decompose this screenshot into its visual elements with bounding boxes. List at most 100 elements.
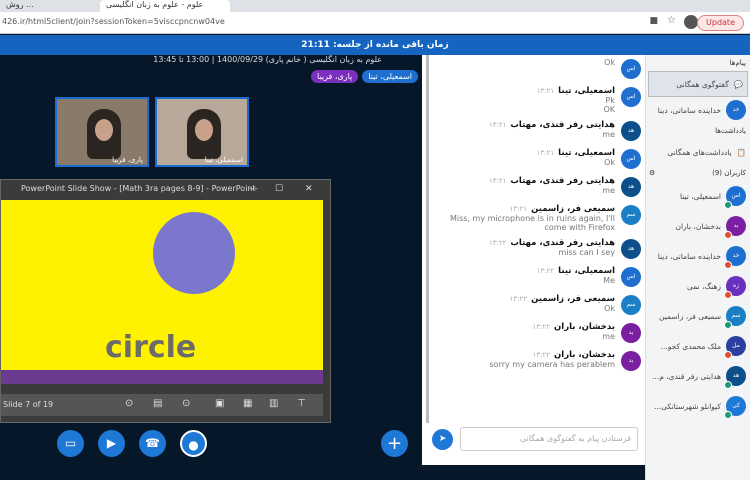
avatar: هد: [621, 121, 641, 141]
minimize-icon[interactable]: —: [249, 180, 258, 198]
user-item[interactable]: مل ملک محمدی کجو...: [646, 331, 750, 361]
meeting-title: علوم به زبان انگلیسی ( خانم پاری) 1400/0…: [153, 55, 382, 64]
avatar: هد: [621, 239, 641, 259]
user-item[interactable]: زه زهنگ، نمی: [646, 271, 750, 301]
slide-footer-bar: [1, 370, 323, 384]
private-chat-item[interactable]: خد خداینده ساماتی، دینا: [646, 97, 750, 123]
message-time: ۱۳:۲۱: [536, 87, 555, 95]
user-item[interactable]: کی کیوانلو شهرستانکی...: [646, 391, 750, 421]
user-name: سمیعی فر، زاسمین: [659, 311, 721, 321]
video-face: [95, 119, 113, 141]
message-sender: هدایتی رفر قندی، مهتاب: [510, 176, 615, 186]
avatar-initials: کی: [732, 402, 740, 409]
close-icon[interactable]: ✕: [305, 180, 313, 198]
user-item[interactable]: خد خداینده ساماتی، دینا: [646, 241, 750, 271]
message-time: ۱۳:۲۱: [488, 177, 507, 185]
message-sender: هدایتی رفر قندی، مهتاب: [510, 238, 615, 248]
message-text: miss can I sey: [558, 248, 615, 257]
video-tile[interactable]: پاری، فریبا: [55, 97, 149, 167]
status-icon: [724, 411, 732, 419]
avatar-initials: مل: [732, 342, 740, 349]
user-item[interactable]: سم سمیعی فر، زاسمین: [646, 301, 750, 331]
presentation-area: علوم به زبان انگلیسی ( خانم پاری) 1400/0…: [0, 55, 422, 480]
slide-sorter-icon[interactable]: ▦: [243, 398, 252, 409]
browser-tab[interactable]: روش ...: [0, 0, 40, 12]
messages-heading: پیام‌ها: [729, 59, 746, 67]
message-text: me: [602, 332, 615, 341]
url-field[interactable]: 426.ir/html5client/join?sessionToken=5vi…: [2, 17, 225, 26]
chat-input[interactable]: فرستادن پیام به گفتوگوی همگانی: [460, 427, 638, 451]
previous-icon[interactable]: ⊙: [125, 398, 133, 409]
users-count: کاربران (9): [712, 169, 746, 177]
message-text: Ok: [604, 158, 615, 167]
normal-view-icon[interactable]: ▣: [215, 398, 224, 409]
update-button[interactable]: Update: [697, 15, 744, 31]
status-icon: [724, 351, 732, 359]
user-name: ملک محمدی کجو...: [660, 341, 721, 351]
avatar-initials: بد: [733, 222, 739, 229]
reading-view-icon[interactable]: ▥: [269, 398, 278, 409]
message-text: OK: [603, 105, 615, 114]
camera-icon[interactable]: ■: [649, 16, 658, 26]
message-text: Miss, my microphone is in ruins again, I…: [449, 214, 615, 232]
camera-button[interactable]: ▶: [98, 430, 125, 457]
message-sender: بدخشان، باران: [554, 322, 615, 332]
talker-pill: پاری، فریبا: [311, 70, 359, 83]
user-item[interactable]: هد هدایتی رفر قندی، م...: [646, 361, 750, 391]
avatar-initials: سم: [731, 312, 741, 319]
avatar: خد: [724, 246, 746, 269]
actions-plus-button[interactable]: +: [381, 430, 408, 457]
profile-icon[interactable]: [684, 15, 698, 29]
microphone-button[interactable]: ●: [180, 430, 207, 457]
ppt-title-bar: PowerPoint Slide Show - [Math 3ra pages …: [1, 180, 330, 198]
chat-messages[interactable]: اس Ok اس اسمعیلی، تینا۱۳:۲۱ Pk OK هد هدایتی رفر…: [426, 55, 645, 423]
chat-message: اس اسمعیلی، تینا۱۳:۲۱ Pk OK: [429, 83, 645, 117]
avatar-initials: زه: [732, 282, 740, 289]
screen-share-button[interactable]: ▭: [57, 430, 84, 457]
message-sender: سمیعی فر، زاسمین: [531, 294, 615, 304]
talker-pill: اسمعیلی، تینا: [362, 70, 418, 83]
chat-panel: اس Ok اس اسمعیلی، تینا۱۳:۲۱ Pk OK هد هدایتی رفر…: [422, 55, 645, 465]
user-item[interactable]: اس اسمعیلی، تینا: [646, 181, 750, 211]
chat-message: سم سمیعی فر، زاسمین۱۳:۲۲ Ok: [429, 291, 645, 319]
video-tile[interactable]: اسمعیلی، تینا: [155, 97, 249, 167]
maximize-icon[interactable]: ☐: [275, 180, 283, 198]
chat-message: هد هدایتی رفر قندی، مهتاب۱۳:۲۱ me: [429, 173, 645, 201]
message-time: ۱۳:۲۲: [509, 295, 528, 303]
slides-icon[interactable]: ▤: [153, 398, 162, 409]
user-item[interactable]: بد بدخشان، باران: [646, 211, 750, 241]
avatar: هد: [724, 366, 746, 389]
user-name: زهنگ، نمی: [686, 281, 721, 291]
shared-notes-label: یادداشت‌های همگانی: [667, 147, 732, 157]
next-icon[interactable]: ⊙: [182, 398, 190, 409]
avatar: سم: [621, 205, 641, 225]
slideshow-icon[interactable]: ⊤: [297, 398, 306, 409]
public-chat-item[interactable]: 💬 گفتوگوی همگانی: [648, 71, 748, 97]
status-icon: [724, 201, 732, 209]
gear-icon[interactable]: ⚙: [649, 169, 655, 177]
video-name: اسمعیلی، تینا: [204, 156, 243, 164]
avatar: کی: [724, 396, 746, 419]
browser-tab-active[interactable]: علوم - علوم به زبان انگلیسی: [100, 0, 230, 12]
user-list[interactable]: اس اسمعیلی، تینا بد بدخشان، باران خد خداینده …: [646, 181, 750, 421]
slide-counter: Slide 7 of 19: [3, 400, 54, 409]
avatar: بد: [724, 216, 746, 239]
ppt-title: PowerPoint Slide Show - [Math 3ra pages …: [21, 184, 256, 193]
public-chat-label: گفتوگوی همگانی: [676, 79, 729, 89]
leave-audio-button[interactable]: ☎: [139, 430, 166, 457]
message-sender: هدایتی رفر قندی، مهتاب: [510, 120, 615, 130]
shared-notes-item[interactable]: 📋 یادداشت‌های همگانی: [646, 139, 750, 165]
chat-message: بد بدخشان، باران۱۳:۲۲ sorry my camera has …: [429, 347, 645, 375]
message-time: ۱۳:۲۱: [488, 121, 507, 129]
message-sender: سمیعی فر، زاسمین: [531, 204, 615, 214]
message-text: Ok: [604, 304, 615, 313]
ppt-control-bar: Slide 7 of 19 ⊙ ▤ ⊙ ▣ ▦ ▥ ⊤: [1, 394, 323, 416]
send-button[interactable]: ➤: [432, 429, 453, 450]
avatar: اس: [621, 149, 641, 169]
status-icon: [724, 261, 732, 269]
message-text: Pk: [605, 96, 615, 105]
notes-heading: یادداشت‌ها: [715, 127, 746, 135]
star-icon[interactable]: ☆: [667, 15, 676, 26]
chat-icon: 💬: [733, 79, 743, 89]
avatar: مل: [724, 336, 746, 359]
